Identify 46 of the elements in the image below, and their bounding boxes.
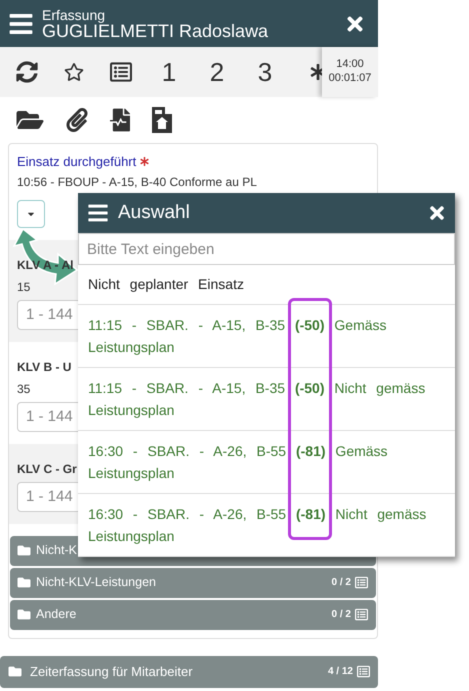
menu-icon[interactable] [86,202,110,224]
section-bar[interactable]: Zeiterfassung für Mitarbeiter 4 / 12 [0,656,378,688]
time-text: 14:00 [336,58,364,72]
field-label: KLV B - U [17,358,72,376]
refresh-icon[interactable] [16,61,38,83]
section-bar[interactable]: Andere 0 / 2 [10,600,376,630]
number-tab[interactable]: 3 [254,52,276,92]
section-bar[interactable]: Nicht-KLV-Leistungen 0 / 2 [10,568,376,598]
section-count: 0 / 2 [332,608,351,622]
list-icon [355,576,368,589]
section-count: 0 / 2 [332,576,351,590]
field-value: 15 [17,278,30,296]
number-tab[interactable]: 1 [158,52,180,92]
header-subtitle: Erfassung [42,8,106,22]
field-value: 35 [17,380,30,398]
section-label: Zeiterfassung für Mitarbeiter [30,662,194,681]
folder-icon [17,608,31,621]
star-icon[interactable] [64,62,84,82]
file-house-icon[interactable] [152,107,172,133]
field-label: Einsatz durchgeführt [17,153,136,171]
close-icon[interactable] [427,203,447,223]
number-tab[interactable]: 2 [206,52,228,92]
field-label: KLV C - Gr [17,460,77,478]
section-label: Nicht-KLV-Leistungen [36,574,157,592]
duration-text: 00:01:07 [328,72,372,86]
folder-icon [17,576,31,589]
option-item[interactable]: 11:15 - SBAR. - A-15, B-35 (-50) Nicht gemäss Leistungsplan [78,368,455,431]
dialog-title: Auswahl [118,200,191,225]
list-icon [357,665,370,678]
option-item[interactable]: 16:30 - SBAR. - A-26, B-55 (-81) Gemäss Leistungsplan [78,431,455,494]
folder-icon [8,665,22,678]
list-icon[interactable] [110,61,132,83]
field-value: 10:56 - FBOUP - A-15, B-40 Conforme au PL [17,174,257,190]
list-icon [355,608,368,621]
option-item[interactable]: 11:15 - SBAR. - A-15, B-35 (-50) Gemäss Leistungsplan [78,305,455,368]
folder-icon [17,544,31,557]
folder-icon[interactable] [16,108,44,132]
option-item[interactable]: Nicht geplanter Einsatz [78,265,455,305]
option-item[interactable]: 16:30 - SBAR. - A-26, B-55 (-81) Nicht gemäss Leistungsplan [78,494,455,557]
file-pulse-icon[interactable] [110,108,130,132]
section-label: Andere [36,606,78,624]
paperclip-icon[interactable] [66,108,88,132]
section-count: 4 / 12 [328,665,353,679]
section-label: Nicht-K [36,542,78,560]
search-field[interactable]: Bitte Text eingeben [78,233,455,265]
header-title: GUGLIELMETTI Radoslawa [42,22,270,40]
